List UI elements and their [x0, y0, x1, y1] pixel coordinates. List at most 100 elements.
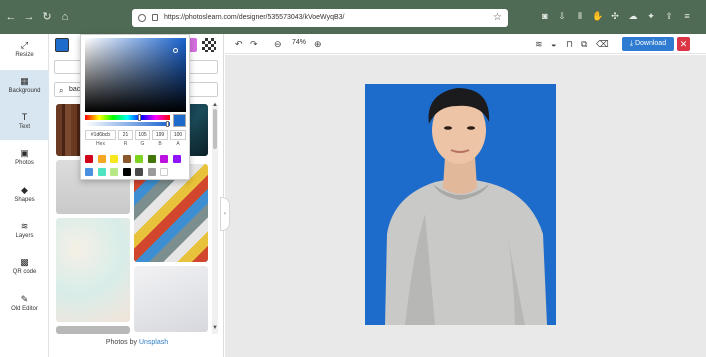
- scroll-down-icon[interactable]: ▼: [212, 325, 218, 331]
- alpha-slider[interactable]: [85, 122, 170, 126]
- background-thumbnail[interactable]: [56, 326, 130, 334]
- alpha-slider-handle[interactable]: [166, 121, 169, 127]
- preset-color-swatch[interactable]: [135, 155, 143, 163]
- transparent-checker-icon[interactable]: [202, 38, 216, 52]
- preset-color-swatch[interactable]: [147, 168, 156, 176]
- download-button[interactable]: ⤓ Download: [622, 37, 674, 51]
- zoom-level: 74%: [292, 39, 307, 46]
- text-icon: T: [21, 112, 28, 122]
- preset-color-swatch[interactable]: [85, 155, 93, 163]
- color-picker-popup: #1d6bcb 21 105 199 100 Hex R G B A: [80, 34, 190, 180]
- preset-color-swatch[interactable]: [122, 168, 131, 176]
- preset-color-swatch[interactable]: [110, 155, 118, 163]
- hue-slider[interactable]: [85, 115, 170, 120]
- reload-icon[interactable]: ↻: [40, 10, 54, 24]
- back-arrow-icon[interactable]: ←: [4, 10, 18, 24]
- credit-prefix: Photos by: [105, 339, 139, 346]
- rail-item-label: Layers: [15, 233, 34, 239]
- left-rail: ⤢ Resize ▦ Background T Text ▣ Photos ◆ …: [0, 34, 49, 357]
- green-input[interactable]: 105: [135, 130, 150, 140]
- rail-item-text[interactable]: T Text: [0, 106, 49, 140]
- rail-item-label: Resize: [15, 52, 34, 58]
- scrollbar-thumb[interactable]: [213, 109, 217, 149]
- lock-icon[interactable]: [152, 14, 158, 21]
- preset-color-swatch[interactable]: [160, 168, 168, 176]
- cloud-icon[interactable]: ☁: [627, 10, 639, 22]
- hex-input[interactable]: #1d6bcb: [85, 130, 116, 140]
- hex-label: Hex: [96, 141, 105, 147]
- extension-icon[interactable]: ✋: [592, 10, 604, 22]
- rail-item-shapes[interactable]: ◆ Shapes: [0, 179, 49, 215]
- alpha-input[interactable]: 100: [170, 130, 186, 140]
- resize-icon: ⤢: [20, 40, 29, 50]
- addon-icon[interactable]: ✦: [645, 10, 657, 22]
- preset-color-swatch[interactable]: [85, 168, 93, 176]
- close-button[interactable]: ✕: [677, 37, 690, 51]
- fill-icon[interactable]: ◒: [551, 38, 556, 50]
- menu-icon[interactable]: ≡: [681, 10, 693, 22]
- hue-slider-handle[interactable]: [138, 114, 141, 121]
- zoom-in-icon[interactable]: ⊕: [314, 38, 322, 50]
- shapes-icon: ◆: [21, 185, 28, 195]
- pocket-icon[interactable]: ◙: [539, 10, 551, 22]
- download-label: Download: [634, 40, 667, 47]
- unsplash-link[interactable]: Unsplash: [139, 339, 168, 346]
- share-icon[interactable]: ⇪: [663, 10, 675, 22]
- background-thumbnail[interactable]: [56, 218, 130, 322]
- redo-icon[interactable]: ↷: [250, 38, 258, 50]
- forward-arrow-icon[interactable]: →: [22, 10, 36, 24]
- rail-item-label: QR code: [12, 269, 37, 275]
- background-thumbnail[interactable]: [134, 266, 208, 332]
- home-icon[interactable]: ⌂: [58, 10, 72, 24]
- browser-toolbar: ← → ↻ ⌂ https://photoslearn.com/designer…: [0, 0, 706, 34]
- photo-credit: Photos by Unsplash: [50, 339, 224, 346]
- background-grid-icon: ▦: [20, 76, 29, 86]
- collapse-panel-handle[interactable]: ‹: [220, 197, 230, 231]
- layers-icon: ≋: [20, 221, 29, 231]
- rail-item-old-editor[interactable]: ✎ Old Editor: [0, 288, 49, 324]
- selected-color-swatch[interactable]: [55, 38, 69, 52]
- edit-icon: ✎: [20, 294, 29, 304]
- library-icon[interactable]: ⫴: [574, 10, 586, 22]
- address-bar[interactable]: https://photoslearn.com/designer/5355730…: [132, 9, 508, 27]
- undo-icon[interactable]: ↶: [235, 38, 243, 50]
- url-text[interactable]: https://photoslearn.com/designer/5355730…: [164, 9, 345, 27]
- portrait-photo[interactable]: [365, 84, 556, 325]
- saturation-value-area[interactable]: [85, 38, 186, 112]
- preset-color-swatch[interactable]: [97, 168, 106, 176]
- download-arrow-icon[interactable]: ⇩: [556, 10, 568, 22]
- alpha-label: A: [176, 141, 180, 147]
- rail-item-label: Shapes: [14, 197, 35, 203]
- rail-item-qr-code[interactable]: ▩ QR code: [0, 251, 49, 287]
- unlock-icon[interactable]: ⊓: [566, 38, 573, 50]
- search-icon: ⌕: [59, 86, 64, 95]
- zoom-out-icon[interactable]: ⊖: [274, 38, 282, 50]
- blue-label: B: [158, 141, 162, 147]
- bookmark-star-icon[interactable]: ☆: [493, 9, 502, 27]
- photo-icon: ▣: [20, 148, 29, 158]
- preset-color-swatch[interactable]: [172, 155, 181, 163]
- duplicate-icon[interactable]: ⧉: [581, 38, 587, 50]
- rail-item-background[interactable]: ▦ Background: [0, 70, 49, 106]
- layers-stack-icon[interactable]: ≋: [535, 38, 543, 50]
- preset-color-swatch[interactable]: [135, 168, 143, 176]
- preset-color-swatch[interactable]: [147, 155, 156, 163]
- preset-color-swatch[interactable]: [160, 155, 168, 163]
- rail-item-label: Old Editor: [11, 306, 38, 312]
- rail-item-photos[interactable]: ▣ Photos: [0, 142, 49, 178]
- preset-color-swatch[interactable]: [122, 155, 131, 163]
- blue-input[interactable]: 199: [152, 130, 168, 140]
- trash-icon[interactable]: ⌫: [596, 38, 609, 50]
- color-pointer[interactable]: [173, 48, 178, 53]
- green-label: G: [140, 141, 145, 147]
- rail-item-layers[interactable]: ≋ Layers: [0, 215, 49, 251]
- rail-item-resize[interactable]: ⤢ Resize: [0, 34, 49, 70]
- preset-color-swatch[interactable]: [97, 155, 106, 163]
- design-canvas[interactable]: [365, 84, 556, 325]
- shield-icon[interactable]: [138, 14, 146, 22]
- scroll-up-icon[interactable]: ▲: [212, 102, 218, 108]
- puzzle-icon[interactable]: ✣: [609, 10, 621, 22]
- rail-item-label: Photos: [15, 160, 34, 166]
- preset-color-swatch[interactable]: [110, 168, 118, 176]
- red-input[interactable]: 21: [118, 130, 133, 140]
